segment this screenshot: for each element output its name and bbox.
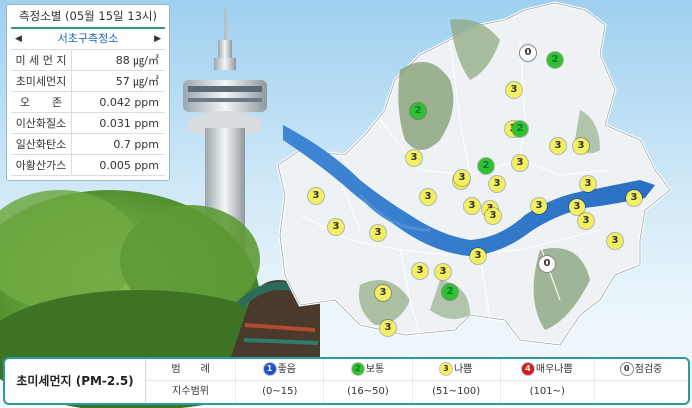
prev-station-arrow-icon[interactable]: ◀	[15, 29, 22, 49]
legend-item-normal: 2 보통	[324, 359, 413, 380]
measurement-table: 미 세 먼 지 88 ㎍/㎥ 초미세먼지 57 ㎍/㎥ 오 존 0.042 ppm 이산화질…	[11, 50, 165, 176]
station-level-badge[interactable]: 3	[464, 198, 480, 214]
station-level-badge[interactable]: 3	[626, 190, 642, 206]
legend-label: 점검중	[634, 364, 663, 375]
seoul-air-quality-widget: 측정소별 (05월 15일 13시) ◀ 서초구측정소 ▶ 미 세 먼 지 88 …	[0, 0, 692, 408]
station-level-badge[interactable]: 3	[412, 263, 428, 279]
legend-item-bad: 3 나쁨	[413, 359, 501, 380]
very-bad-level-icon: 4	[521, 363, 534, 375]
legend-row-labels: 범 례 1 좋음 2 보통 3 나쁨 4 매우나쁨 0 점검중	[146, 359, 688, 381]
range-normal: (16~50)	[324, 381, 413, 402]
station-level-badge[interactable]: 3	[435, 264, 451, 280]
station-level-badge[interactable]: 2	[512, 121, 528, 137]
station-level-badge[interactable]: 3	[512, 155, 528, 171]
range-label: 지수범위	[146, 381, 237, 402]
range-bad: (51~100)	[413, 381, 501, 402]
station-level-badge[interactable]: 3	[531, 198, 547, 214]
legend-item-check: 0 점검중	[595, 359, 688, 380]
legend-title: 초미세먼지 (PM-2.5)	[5, 359, 146, 403]
pollutant-name: 일산화탄소	[11, 133, 72, 155]
pollutant-value: 0.7 ppm	[71, 133, 165, 155]
pollutant-value: 88 ㎍/㎥	[71, 50, 165, 71]
bad-level-icon: 3	[439, 363, 452, 375]
measurement-row: 초미세먼지 57 ㎍/㎥	[11, 70, 165, 92]
legend-row-ranges: 지수범위 (0~15) (16~50) (51~100) (101~)	[146, 381, 688, 402]
measurement-row: 일산화탄소 0.7 ppm	[11, 133, 165, 155]
pollutant-name: 초미세먼지	[11, 70, 72, 92]
station-level-badge[interactable]: 3	[308, 188, 324, 204]
good-level-icon: 1	[263, 363, 276, 375]
normal-level-icon: 2	[351, 363, 364, 375]
station-level-badge[interactable]: 2	[547, 52, 563, 68]
station-level-badge[interactable]: 2	[410, 103, 426, 119]
legend-bar: 초미세먼지 (PM-2.5) 범 례 1 좋음 2 보통 3 나쁨 4 매우나쁨 0 점검…	[3, 357, 690, 405]
station-level-badge[interactable]: 3	[578, 213, 594, 229]
pollutant-value: 0.042 ppm	[71, 91, 165, 113]
station-level-badge[interactable]: 2	[478, 158, 494, 174]
station-level-badge[interactable]: 3	[380, 320, 396, 336]
station-level-badge[interactable]: 3	[506, 82, 522, 98]
range-very-bad: (101~)	[501, 381, 595, 402]
station-level-badge[interactable]: 3	[406, 150, 422, 166]
station-name: 서초구측정소	[57, 32, 119, 45]
legend-item-very-bad: 4 매우나쁨	[501, 359, 595, 380]
next-station-arrow-icon[interactable]: ▶	[154, 29, 161, 49]
station-level-badge[interactable]: 0	[520, 45, 536, 61]
station-level-badge[interactable]: 3	[550, 138, 566, 154]
station-level-badge[interactable]: 2	[442, 284, 458, 300]
check-level-icon: 0	[620, 363, 633, 375]
station-info-panel: 측정소별 (05월 15일 13시) ◀ 서초구측정소 ▶ 미 세 먼 지 88 …	[6, 4, 170, 181]
seoul-map	[276, 1, 673, 347]
measurement-row: 미 세 먼 지 88 ㎍/㎥	[11, 50, 165, 71]
range-check	[595, 381, 688, 402]
station-level-badge[interactable]: 3	[573, 138, 589, 154]
station-level-badge[interactable]: 3	[375, 285, 391, 301]
station-level-badge[interactable]: 3	[454, 170, 470, 186]
pollutant-value: 57 ㎍/㎥	[71, 70, 165, 92]
pollutant-name: 미 세 먼 지	[11, 50, 72, 71]
station-level-badge[interactable]: 3	[328, 219, 344, 235]
legend-label: 좋음	[277, 364, 296, 375]
station-level-badge[interactable]: 3	[370, 225, 386, 241]
legend-label: 보통	[365, 364, 385, 375]
legend-head-label: 범 례	[146, 359, 237, 380]
pollutant-name: 오 존	[11, 91, 72, 113]
pollutant-name: 아황산가스	[11, 154, 72, 176]
pollutant-value: 0.031 ppm	[71, 112, 165, 134]
legend-label: 매우나쁨	[535, 364, 573, 375]
station-level-badge[interactable]: 3	[485, 208, 501, 224]
measurement-row: 아황산가스 0.005 ppm	[11, 154, 165, 176]
station-level-badge[interactable]: 3	[489, 176, 505, 192]
range-good: (0~15)	[236, 381, 325, 402]
legend-item-good: 1 좋음	[236, 359, 325, 380]
station-level-badge[interactable]: 3	[607, 233, 623, 249]
pollutant-name: 이산화질소	[11, 112, 72, 134]
station-level-badge[interactable]: 3	[470, 248, 486, 264]
station-level-badge[interactable]: 3	[420, 189, 436, 205]
measurement-row: 이산화질소 0.031 ppm	[11, 112, 165, 134]
station-level-badge[interactable]: 3	[580, 176, 596, 192]
station-selector: ◀ 서초구측정소 ▶	[11, 29, 165, 50]
station-level-badge[interactable]: 0	[539, 256, 555, 272]
legend-label: 나쁨	[453, 364, 473, 375]
panel-header: 측정소별 (05월 15일 13시)	[11, 5, 165, 29]
measurement-row: 오 존 0.042 ppm	[11, 91, 165, 113]
pollutant-value: 0.005 ppm	[71, 154, 165, 176]
